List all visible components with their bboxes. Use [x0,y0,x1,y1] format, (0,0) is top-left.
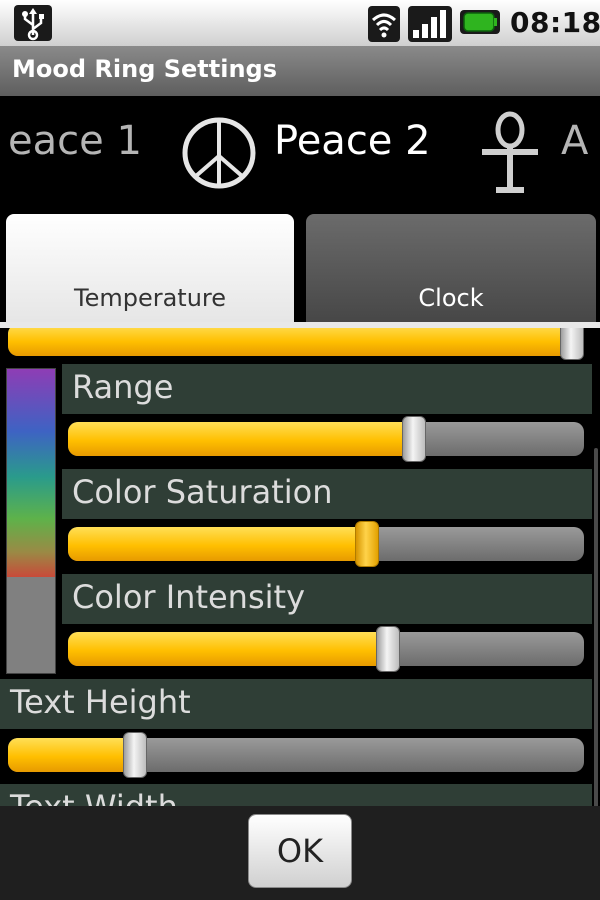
slider-fill [68,632,388,666]
ring-gallery[interactable]: eace 1 Peace 2 A [0,96,600,214]
range-slider-thumb[interactable] [401,416,426,462]
status-bar: 08:18 [0,0,600,46]
gallery-item-label-selected[interactable]: Peace 2 [274,118,431,164]
color-saturation-slider[interactable] [68,527,584,561]
status-time: 08:18 [510,6,600,39]
usb-icon [14,5,52,41]
color-saturation-label-row: Color Saturation [62,469,592,519]
title-bar: Mood Ring Settings [0,46,600,97]
color-intensity-slider-thumb[interactable] [375,626,400,672]
color-saturation-slider-thumb[interactable] [355,521,380,567]
tab-temperature[interactable]: Temperature [6,214,294,322]
text-height-label-row: Text Height [0,679,592,729]
ankh-icon[interactable] [478,110,542,194]
tab-label: Temperature [73,284,227,312]
slider-fill [8,328,573,356]
slider-fill [8,738,135,772]
battery-icon [460,10,500,34]
text-height-label: Text Height [10,683,191,721]
range-slider[interactable] [68,422,584,456]
color-spectrum [6,368,56,674]
color-gradient [7,369,55,577]
bottom-bar: OK [0,806,600,900]
color-intensity-slider[interactable] [68,632,584,666]
page-title: Mood Ring Settings [12,55,278,83]
signal-icon [408,6,452,42]
tab-bar: Temperature Clock [0,214,600,328]
gallery-item-label[interactable]: eace 1 [8,118,142,164]
range-label-row: Range [62,364,592,414]
slider-fill [68,527,368,561]
text-width-label: Text Width [10,788,178,806]
gallery-item-label[interactable]: A [561,118,588,164]
color-intensity-label: Color Intensity [72,578,305,616]
text-height-slider-thumb[interactable] [122,732,147,778]
range-label: Range [72,368,174,406]
tab-label: Clock [418,284,484,312]
text-width-label-row: Text Width [0,784,592,806]
color-saturation-label: Color Saturation [72,473,333,511]
peace-icon[interactable] [180,116,258,190]
tab-clock[interactable]: Clock [306,214,596,322]
scrollbar[interactable] [594,448,598,806]
wifi-icon [368,6,400,42]
slider-thumb[interactable] [560,328,585,360]
slider-fill [68,422,414,456]
text-height-slider[interactable] [8,738,584,772]
ok-button[interactable]: OK [248,814,352,888]
settings-scroll[interactable]: Range Color Saturation Color Intensity T… [0,328,600,806]
color-intensity-label-row: Color Intensity [62,574,592,624]
top-slider[interactable] [8,328,584,356]
